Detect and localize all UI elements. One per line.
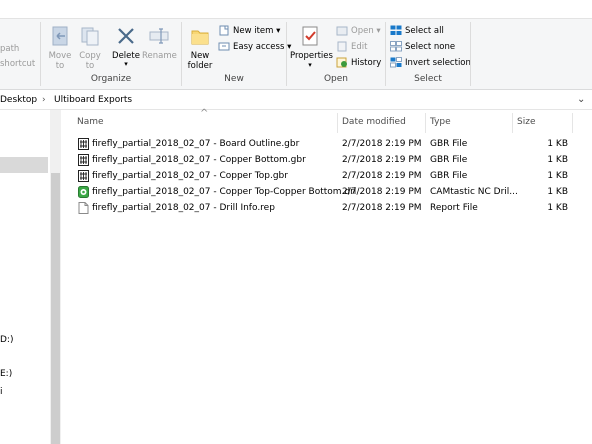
new-group-label: New: [224, 74, 244, 84]
file-row[interactable]: firefly_partial_2018_02_07 - Drill Info.…: [75, 200, 575, 216]
column-header-size[interactable]: Size: [517, 117, 535, 127]
history-label: History: [351, 58, 382, 68]
nav-drive-d[interactable]: D:): [0, 335, 13, 345]
open-icon: [336, 25, 348, 36]
breadcrumb-ultiboard-exports[interactable]: Ultiboard Exports: [54, 91, 132, 109]
file-name: firefly_partial_2018_02_07 - Copper Bott…: [92, 155, 306, 165]
rename-icon: [148, 25, 170, 47]
address-dropdown-icon[interactable]: ⌄: [577, 91, 585, 109]
file-date: 2/7/2018 2:19 PM: [342, 155, 422, 165]
move-to-icon: [49, 25, 71, 47]
gbr-icon: [78, 138, 89, 150]
new-item-icon: [218, 25, 230, 36]
file-size: 1 KB: [547, 187, 568, 197]
select-all-button[interactable]: Select all: [390, 24, 444, 38]
sort-ascending-icon: ^: [200, 108, 209, 119]
edit-icon: [336, 41, 348, 52]
select-group-label: Select: [414, 74, 442, 84]
file-size: 1 KB: [547, 171, 568, 181]
file-type: CAMtastic NC Dril...: [430, 187, 518, 197]
file-row[interactable]: firefly_partial_2018_02_07 - Copper Bott…: [75, 152, 575, 168]
select-none-icon: [390, 41, 402, 52]
new-item-dropdown-icon: ▾: [273, 26, 281, 36]
drl-icon: [78, 186, 89, 198]
file-name: firefly_partial_2018_02_07 - Copper Top-…: [92, 187, 357, 197]
move-to-label: Move to: [48, 51, 72, 71]
file-type: GBR File: [430, 155, 468, 165]
nav-item-fragment[interactable]: i: [0, 387, 3, 397]
new-folder-button[interactable]: New folder: [185, 25, 215, 71]
new-folder-label: New folder: [187, 51, 213, 71]
column-header-type[interactable]: Type: [430, 117, 451, 127]
file-type: GBR File: [430, 171, 468, 181]
invert-selection-label: Invert selection: [405, 58, 471, 68]
paste-shortcut-button[interactable]: shortcut: [0, 57, 35, 71]
nav-selected-item[interactable]: [0, 157, 48, 173]
copy-to-label: Copy to: [79, 51, 101, 71]
folder-icon: [189, 25, 211, 47]
file-row[interactable]: firefly_partial_2018_02_07 - Board Outli…: [75, 136, 575, 152]
rename-button[interactable]: Rename: [142, 25, 177, 61]
open-button[interactable]: Open ▾: [336, 24, 381, 38]
file-type: GBR File: [430, 139, 468, 149]
easy-access-label: Easy access: [233, 42, 285, 52]
copy-to-icon: [79, 25, 101, 47]
file-row[interactable]: firefly_partial_2018_02_07 - Copper Top.…: [75, 168, 575, 184]
column-header-name[interactable]: Name: [77, 117, 104, 127]
properties-dropdown-icon: ▾: [308, 61, 312, 69]
properties-label: Properties: [290, 51, 333, 61]
file-size: 1 KB: [547, 139, 568, 149]
open-group-label: Open: [323, 74, 349, 84]
edit-button[interactable]: Edit: [336, 40, 367, 54]
rename-label: Rename: [142, 51, 177, 61]
new-item-button[interactable]: New item ▾: [218, 24, 280, 38]
breadcrumb-separator-icon: ›: [42, 95, 46, 105]
file-date: 2/7/2018 2:19 PM: [342, 171, 422, 181]
move-to-button[interactable]: Move to: [46, 25, 74, 71]
gbr-icon: [78, 154, 89, 166]
select-all-icon: [390, 25, 402, 36]
edit-label: Edit: [351, 42, 368, 52]
organize-group-label: Organize: [90, 74, 132, 84]
gbr-icon: [78, 170, 89, 182]
new-item-label: New item: [233, 26, 274, 36]
nav-scrollbar-thumb[interactable]: [51, 173, 60, 444]
file-date: 2/7/2018 2:19 PM: [342, 139, 422, 149]
file-type: Report File: [430, 203, 478, 213]
open-dropdown-icon: ▾: [373, 26, 381, 36]
select-none-label: Select none: [405, 42, 456, 52]
file-row[interactable]: firefly_partial_2018_02_07 - Copper Top-…: [75, 184, 575, 200]
copy-path-button[interactable]: path: [0, 42, 19, 56]
invert-selection-icon: [390, 57, 402, 68]
history-icon: [336, 57, 348, 68]
select-none-button[interactable]: Select none: [390, 40, 455, 54]
breadcrumb-desktop[interactable]: Desktop: [0, 91, 37, 109]
nav-drive-e[interactable]: E:): [0, 369, 12, 379]
easy-access-icon: [218, 41, 230, 52]
rep-icon: [78, 202, 89, 214]
file-name: firefly_partial_2018_02_07 - Board Outli…: [92, 139, 300, 149]
address-bar[interactable]: Desktop › Ultiboard Exports ⌄: [0, 91, 592, 110]
column-header-date[interactable]: Date modified: [342, 117, 406, 127]
delete-x-icon: [115, 25, 137, 47]
ribbon: path shortcut Move to Copy to Delete ▾ R…: [0, 0, 592, 90]
select-all-label: Select all: [405, 26, 444, 36]
invert-selection-button[interactable]: Invert selection: [390, 56, 471, 70]
file-date: 2/7/2018 2:19 PM: [342, 187, 422, 197]
file-size: 1 KB: [547, 155, 568, 165]
easy-access-button[interactable]: Easy access ▾: [218, 40, 291, 54]
history-button[interactable]: History: [336, 56, 381, 70]
ribbon-tab-strip: [0, 0, 592, 19]
file-date: 2/7/2018 2:19 PM: [342, 203, 422, 213]
file-name: firefly_partial_2018_02_07 - Drill Info.…: [92, 203, 275, 213]
properties-button[interactable]: Properties ▾: [290, 25, 333, 69]
file-name: firefly_partial_2018_02_07 - Copper Top.…: [92, 171, 288, 181]
properties-check-icon: [299, 25, 321, 47]
delete-button[interactable]: Delete ▾: [110, 25, 142, 68]
open-label: Open: [351, 26, 374, 36]
copy-to-button[interactable]: Copy to: [76, 25, 104, 71]
delete-dropdown-icon: ▾: [124, 60, 128, 68]
navigation-pane: D:) E:) i: [0, 110, 50, 444]
file-size: 1 KB: [547, 203, 568, 213]
